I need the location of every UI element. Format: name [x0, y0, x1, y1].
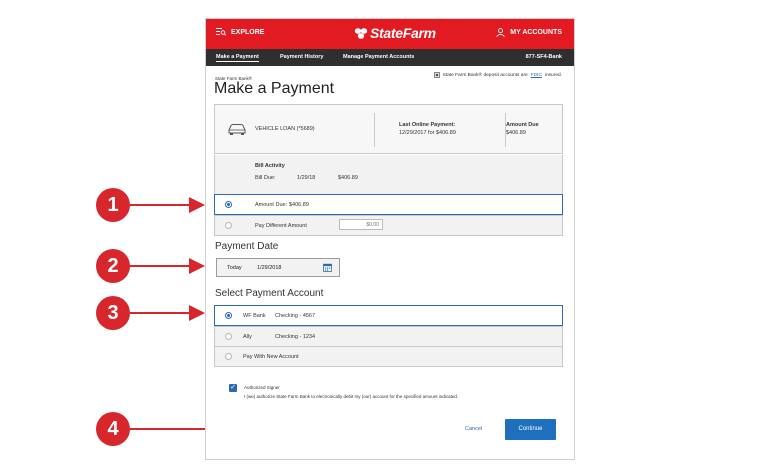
divider: [374, 113, 375, 147]
user-icon: [496, 28, 506, 37]
account-bank: WF Bank: [243, 313, 266, 319]
amount-due-option-value: $406.89: [289, 202, 309, 208]
my-accounts-button[interactable]: MY ACCOUNTS: [496, 28, 562, 37]
payment-date-field[interactable]: Today 1/29/2018: [216, 258, 340, 277]
top-bar: EXPLORE StateFarm MY ACCOUNTS: [206, 19, 574, 49]
amount-due-option[interactable]: Amount Due: $406.89: [214, 194, 563, 215]
account-radio-wf[interactable]: [225, 312, 232, 319]
authorization-text: I (we) authorize State Farm Bank to elec…: [244, 394, 459, 399]
explore-label: EXPLORE: [231, 28, 265, 36]
account-radio-ally[interactable]: [225, 333, 232, 340]
callout-2: 2: [96, 249, 130, 283]
account-option-new[interactable]: Pay With New Account: [214, 346, 563, 367]
amount-due-option-label: Amount Due:: [255, 202, 288, 208]
tab-make-payment[interactable]: Make a Payment: [216, 54, 259, 62]
tab-manage-payment-accounts[interactable]: Manage Payment Accounts: [343, 54, 414, 60]
amount-due-radio[interactable]: [225, 201, 232, 208]
account-bank: Pay With New Account: [243, 354, 299, 360]
brand-name: StateFarm: [370, 25, 436, 41]
page-title: Make a Payment: [214, 80, 335, 97]
calendar-icon[interactable]: [323, 263, 332, 272]
bill-due-amount: $406.89: [338, 175, 358, 181]
bill-activity: Bill Activity Bill Due: 1/29/18 $406.89: [214, 155, 563, 195]
date-prefix: Today: [227, 265, 242, 271]
account-option-ally[interactable]: Ally Checking - 1234: [214, 326, 563, 347]
amount-due-label: Amount Due: [506, 122, 539, 128]
pay-different-amount-radio[interactable]: [225, 222, 232, 229]
loan-summary: VEHICLE LOAN (*5689) Last Online Payment…: [214, 104, 563, 154]
authorized-signer-checkbox[interactable]: ✓: [229, 384, 237, 392]
different-amount-input[interactable]: [339, 219, 383, 230]
account-type: Checking - 1234: [275, 334, 316, 340]
payment-account-title: Select Payment Account: [215, 288, 324, 299]
account-type: Checking - 4567: [275, 313, 316, 319]
authorized-signer-label: Authorized Signer: [244, 385, 280, 390]
fdic-suffix: insured.: [544, 72, 562, 78]
account-option-wf[interactable]: WF Bank Checking - 4567: [214, 305, 563, 326]
fdic-prefix: State Farm Bank® deposit accounts are: [442, 72, 528, 78]
bill-due-label: Bill Due:: [255, 175, 276, 181]
pay-different-amount-label: Pay Different Amount: [255, 223, 307, 229]
fdic-icon: [433, 72, 440, 78]
account-radio-new[interactable]: [225, 353, 232, 360]
last-payment-label: Last Online Payment:: [399, 122, 456, 128]
payment-date-title: Payment Date: [215, 241, 279, 252]
last-payment-value: 12/29/2017 for $406.89: [399, 130, 456, 136]
menu-search-icon: [216, 28, 226, 36]
cancel-button[interactable]: Cancel: [465, 426, 482, 432]
fdic-link[interactable]: FDIC: [531, 73, 542, 78]
my-accounts-label: MY ACCOUNTS: [510, 29, 562, 36]
sub-nav: Make a Payment Payment History Manage Pa…: [206, 49, 574, 66]
date-value: 1/29/2018: [257, 265, 282, 271]
bill-activity-title: Bill Activity: [255, 163, 285, 169]
callout-4: 4: [96, 412, 130, 446]
callout-1: 1: [96, 188, 130, 222]
bank-phone: 877-SF4-Bank: [525, 54, 562, 60]
explore-button[interactable]: EXPLORE: [216, 28, 264, 36]
account-bank: Ally: [243, 334, 252, 340]
statefarm-logo[interactable]: StateFarm: [354, 25, 436, 41]
bill-due-date: 1/29/18: [297, 175, 316, 181]
continue-button[interactable]: Continue: [505, 419, 556, 440]
three-ovals-icon: [354, 28, 368, 39]
loan-name: VEHICLE LOAN (*5689): [255, 126, 315, 132]
amount-due-value: $406.89: [506, 130, 526, 136]
car-icon: [228, 124, 246, 135]
pay-different-amount-option[interactable]: Pay Different Amount: [214, 215, 563, 236]
callout-3: 3: [96, 296, 130, 330]
fdic-note: State Farm Bank® deposit accounts are FD…: [433, 72, 562, 78]
app-window: EXPLORE StateFarm MY ACCOUNTS Make a Pay…: [205, 18, 575, 460]
tab-payment-history[interactable]: Payment History: [280, 54, 323, 60]
